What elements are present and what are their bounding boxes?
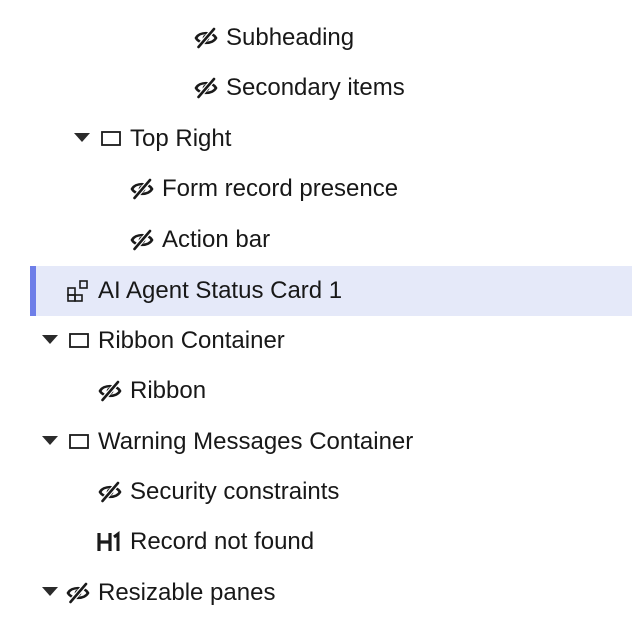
tree-item-top-right[interactable]: Top Right <box>0 114 632 164</box>
tree-item-label: Ribbon <box>130 377 207 404</box>
tree-item-security-constraints[interactable]: Security constraints <box>0 467 632 517</box>
eye-slash-icon <box>98 379 122 403</box>
tree-item-label: Ribbon Container <box>98 327 285 354</box>
eye-slash-icon <box>98 480 122 504</box>
chevron-down-icon[interactable] <box>42 335 58 344</box>
eye-slash-icon <box>130 177 154 201</box>
tree-item-ribbon-container[interactable]: Ribbon Container <box>0 316 632 366</box>
component-icon <box>66 279 90 303</box>
tree-item-label: Subheading <box>226 24 355 51</box>
container-icon <box>67 329 91 353</box>
tree-item-label: Record not found <box>130 528 315 555</box>
chevron-down-icon[interactable] <box>74 133 90 142</box>
tree-item-label: Secondary items <box>226 74 405 101</box>
heading-1-icon <box>97 530 123 554</box>
tree-item-ai-agent-status-card[interactable]: AI Agent Status Card 1 <box>30 266 632 316</box>
tree-item-warning-messages-container[interactable]: Warning Messages Container <box>0 417 632 467</box>
tree-item-label: Resizable panes <box>98 579 276 606</box>
tree-item-label: Form record presence <box>162 175 399 202</box>
tree-item-label: AI Agent Status Card 1 <box>98 277 343 304</box>
tree-item-label: Security constraints <box>130 478 340 505</box>
tree-item-label: Action bar <box>162 226 271 253</box>
eye-slash-icon <box>194 26 218 50</box>
tree-item-action-bar[interactable]: Action bar <box>0 215 632 265</box>
tree-item-label: Top Right <box>130 125 232 152</box>
tree-item-form-record-presence[interactable]: Form record presence <box>0 164 632 214</box>
tree-item-secondary-items[interactable]: Secondary items <box>0 63 632 113</box>
tree-item-ribbon[interactable]: Ribbon <box>0 366 632 416</box>
component-tree: Subheading Secondary items Top Right For… <box>0 0 632 618</box>
eye-slash-icon <box>66 581 90 605</box>
chevron-down-icon[interactable] <box>42 436 58 445</box>
eye-slash-icon <box>194 76 218 100</box>
eye-slash-icon <box>130 228 154 252</box>
tree-item-subheading[interactable]: Subheading <box>0 13 632 63</box>
container-icon <box>67 430 91 454</box>
tree-item-record-not-found[interactable]: Record not found <box>0 517 632 567</box>
tree-item-resizable-panes[interactable]: Resizable panes <box>0 568 632 618</box>
chevron-down-icon[interactable] <box>42 587 58 596</box>
tree-item-label: Warning Messages Container <box>98 428 414 455</box>
container-icon <box>99 127 123 151</box>
